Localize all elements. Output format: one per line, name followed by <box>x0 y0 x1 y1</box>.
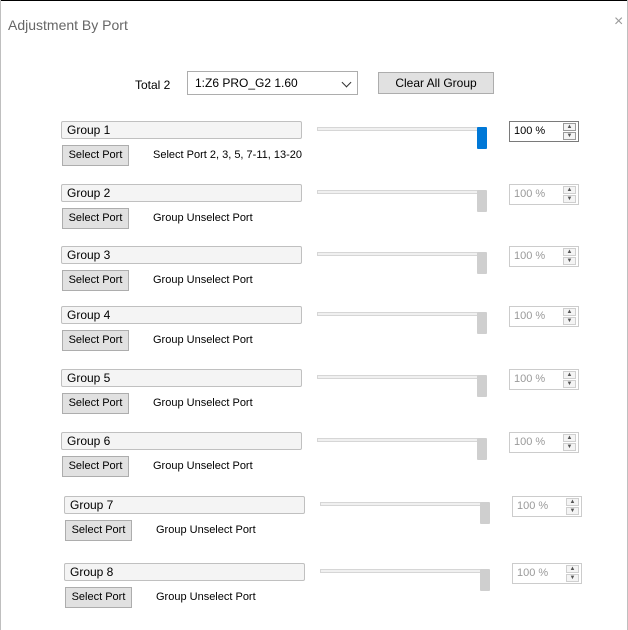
group-row: Group 1 Select Port Select Port 2, 3, 5,… <box>0 121 628 181</box>
brightness-slider[interactable] <box>320 502 490 524</box>
port-status-text: Group Unselect Port <box>153 212 253 224</box>
level-spinbox[interactable]: 100 % ▲ ▼ <box>509 246 579 267</box>
dialog-title: Adjustment By Port <box>8 17 128 33</box>
select-port-button[interactable]: Select Port <box>65 587 132 608</box>
chevron-down-icon <box>341 77 352 88</box>
spin-down-icon[interactable]: ▼ <box>563 195 576 203</box>
level-spinbox[interactable]: 100 % ▲ ▼ <box>509 121 579 142</box>
port-status-text: Select Port 2, 3, 5, 7-11, 13-20 <box>153 149 302 161</box>
port-status-text: Group Unselect Port <box>156 591 256 603</box>
level-value: 100 % <box>514 373 546 385</box>
level-value: 100 % <box>517 500 549 512</box>
group-name-field[interactable]: Group 3 <box>61 246 302 264</box>
clear-all-group-button[interactable]: Clear All Group <box>378 72 494 94</box>
port-status-text: Group Unselect Port <box>153 274 253 286</box>
group-name-field[interactable]: Group 8 <box>64 563 305 581</box>
window-top-border <box>0 0 628 1</box>
spin-up-icon[interactable]: ▲ <box>566 565 579 573</box>
group-name-field[interactable]: Group 2 <box>61 184 302 202</box>
group-row: Group 3 Select Port Group Unselect Port … <box>0 246 628 306</box>
group-row: Group 4 Select Port Group Unselect Port … <box>0 306 628 366</box>
select-port-button[interactable]: Select Port <box>62 393 129 414</box>
brightness-slider[interactable] <box>317 190 487 212</box>
brightness-slider[interactable] <box>317 375 487 397</box>
level-value: 100 % <box>514 310 546 322</box>
level-value: 100 % <box>514 125 546 137</box>
spin-up-icon[interactable]: ▲ <box>563 248 576 256</box>
spin-up-icon[interactable]: ▲ <box>566 498 579 506</box>
slider-thumb[interactable] <box>477 190 487 212</box>
level-value: 100 % <box>517 567 549 579</box>
brightness-slider[interactable] <box>317 438 487 460</box>
spin-down-icon[interactable]: ▼ <box>563 132 576 140</box>
spin-up-icon[interactable]: ▲ <box>563 186 576 194</box>
port-status-text: Group Unselect Port <box>156 524 256 536</box>
select-port-button[interactable]: Select Port <box>62 330 129 351</box>
spin-down-icon[interactable]: ▼ <box>563 380 576 388</box>
level-spinbox[interactable]: 100 % ▲ ▼ <box>509 432 579 453</box>
slider-thumb[interactable] <box>480 502 490 524</box>
spin-down-icon[interactable]: ▼ <box>563 443 576 451</box>
group-row: Group 8 Select Port Group Unselect Port … <box>3 563 628 623</box>
brightness-slider[interactable] <box>317 312 487 334</box>
spin-down-icon[interactable]: ▼ <box>566 507 579 515</box>
select-port-button[interactable]: Select Port <box>62 270 129 291</box>
select-port-button[interactable]: Select Port <box>62 145 129 166</box>
level-spinbox[interactable]: 100 % ▲ ▼ <box>509 306 579 327</box>
slider-thumb[interactable] <box>477 375 487 397</box>
group-row: Group 7 Select Port Group Unselect Port … <box>3 496 628 556</box>
slider-thumb[interactable] <box>480 569 490 591</box>
spin-down-icon[interactable]: ▼ <box>563 257 576 265</box>
level-spinbox[interactable]: 100 % ▲ ▼ <box>509 369 579 390</box>
level-spinbox[interactable]: 100 % ▲ ▼ <box>512 496 582 517</box>
level-value: 100 % <box>514 436 546 448</box>
spin-down-icon[interactable]: ▼ <box>563 317 576 325</box>
brightness-slider[interactable] <box>317 127 487 149</box>
port-status-text: Group Unselect Port <box>153 460 253 472</box>
select-port-button[interactable]: Select Port <box>62 456 129 477</box>
device-select-value: 1:Z6 PRO_G2 1.60 <box>195 76 298 90</box>
slider-thumb[interactable] <box>477 312 487 334</box>
slider-thumb[interactable] <box>477 127 487 149</box>
spin-up-icon[interactable]: ▲ <box>563 308 576 316</box>
group-name-field[interactable]: Group 1 <box>61 121 302 139</box>
spin-up-icon[interactable]: ▲ <box>563 434 576 442</box>
port-status-text: Group Unselect Port <box>153 397 253 409</box>
group-row: Group 6 Select Port Group Unselect Port … <box>0 432 628 492</box>
level-value: 100 % <box>514 188 546 200</box>
port-status-text: Group Unselect Port <box>153 334 253 346</box>
group-name-field[interactable]: Group 7 <box>64 496 305 514</box>
group-name-field[interactable]: Group 6 <box>61 432 302 450</box>
group-row: Group 2 Select Port Group Unselect Port … <box>0 184 628 244</box>
group-name-field[interactable]: Group 4 <box>61 306 302 324</box>
level-spinbox[interactable]: 100 % ▲ ▼ <box>509 184 579 205</box>
brightness-slider[interactable] <box>317 252 487 274</box>
spin-up-icon[interactable]: ▲ <box>563 123 576 131</box>
select-port-button[interactable]: Select Port <box>65 520 132 541</box>
brightness-slider[interactable] <box>320 569 490 591</box>
group-row: Group 5 Select Port Group Unselect Port … <box>0 369 628 429</box>
slider-thumb[interactable] <box>477 252 487 274</box>
total-label: Total 2 <box>135 78 171 92</box>
device-select[interactable]: 1:Z6 PRO_G2 1.60 <box>187 71 358 95</box>
level-value: 100 % <box>514 250 546 262</box>
level-spinbox[interactable]: 100 % ▲ ▼ <box>512 563 582 584</box>
spin-up-icon[interactable]: ▲ <box>563 371 576 379</box>
group-name-field[interactable]: Group 5 <box>61 369 302 387</box>
select-port-button[interactable]: Select Port <box>62 208 129 229</box>
slider-thumb[interactable] <box>477 438 487 460</box>
close-icon[interactable]: × <box>614 14 623 30</box>
spin-down-icon[interactable]: ▼ <box>566 574 579 582</box>
